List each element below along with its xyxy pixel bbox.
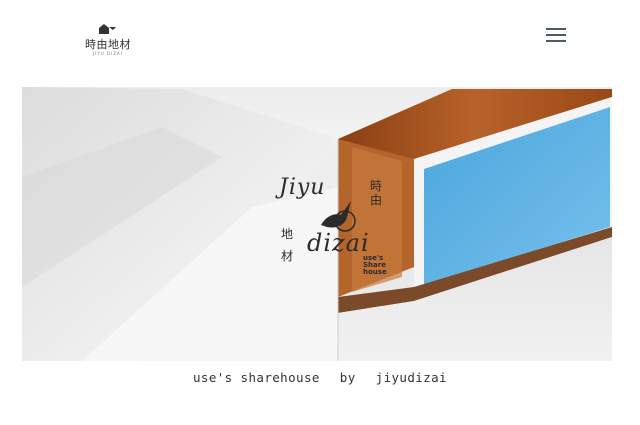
menu-line-icon: [546, 40, 566, 42]
brand-latin-bottom: dizai: [307, 229, 370, 257]
house-bird-icon: [99, 24, 116, 34]
tagline-part2: by: [339, 370, 356, 385]
tagline: use's sharehouse by jiyudizai: [0, 370, 640, 385]
brand-share-text: use's Share house: [363, 255, 393, 276]
site-header: 時由地材 JIYU DIZAI: [0, 0, 640, 86]
share-line-3: house: [363, 268, 387, 276]
logo-text: 時由地材: [85, 38, 131, 51]
menu-line-icon: [546, 34, 566, 36]
hero-brand-logo: Jiyu 時由 地材 dizai use's Share house: [277, 173, 397, 283]
menu-line-icon: [546, 28, 566, 30]
hamburger-menu-button[interactable]: [546, 26, 566, 44]
logo-subtext: JIYU DIZAI: [93, 51, 123, 56]
site-logo[interactable]: 時由地材 JIYU DIZAI: [80, 22, 136, 58]
tagline-part1: use's sharehouse: [192, 370, 320, 385]
hero-image: Jiyu 時由 地材 dizai use's Share house: [22, 87, 612, 361]
tagline-part3: jiyudizai: [375, 370, 447, 385]
brand-kanji-left: 地材: [281, 227, 294, 263]
brand-kanji-right: 時由: [370, 179, 383, 207]
